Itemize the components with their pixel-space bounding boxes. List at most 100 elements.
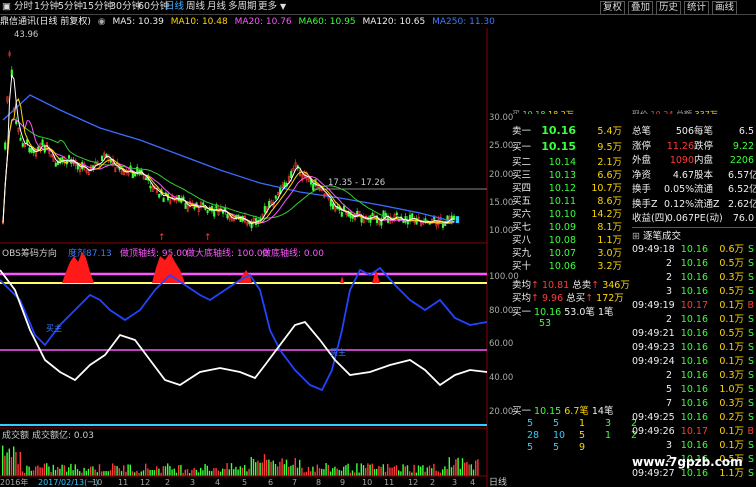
volume-bar bbox=[136, 470, 138, 476]
grid-val: 5 bbox=[527, 418, 534, 429]
volume-bar bbox=[235, 466, 237, 476]
volume-bar bbox=[404, 466, 406, 476]
orderbook-row: 买四 10.12 10.7万 bbox=[512, 180, 627, 194]
volume-bar bbox=[303, 472, 305, 476]
grid-val: 28 bbox=[527, 430, 540, 441]
volume-bar bbox=[433, 463, 435, 476]
stat-label: 每笔 bbox=[694, 126, 714, 137]
orderbook-row: 买七 10.09 8.1万 bbox=[512, 219, 627, 233]
volume-bar bbox=[46, 463, 48, 476]
volume-bar bbox=[246, 471, 248, 476]
volume-bar bbox=[96, 472, 98, 476]
volume-bar bbox=[85, 470, 87, 476]
candle bbox=[351, 215, 354, 219]
grid-cell: 5 bbox=[527, 418, 533, 429]
tick-row: 2 10.16 0.5万 S bbox=[632, 255, 756, 269]
volume-bar bbox=[424, 471, 426, 476]
row-price: 10.16 bbox=[541, 124, 576, 137]
tick-time: 2 bbox=[665, 258, 672, 269]
volume-bar bbox=[362, 465, 365, 476]
volume-bar bbox=[8, 448, 10, 476]
tick-vol: 0.5万 bbox=[719, 286, 744, 297]
date-tick: 7 bbox=[292, 478, 297, 487]
volume-bar bbox=[415, 472, 417, 476]
date-tick: 4 bbox=[470, 478, 475, 487]
volume-bar bbox=[123, 465, 125, 476]
volume-bar bbox=[21, 471, 24, 476]
volume-bar bbox=[215, 467, 217, 476]
tick-time: 7 bbox=[665, 398, 672, 409]
candle bbox=[158, 193, 161, 198]
tick-vol: 0.3万 bbox=[719, 370, 744, 381]
tick-price: 10.16 bbox=[680, 412, 708, 423]
volume-bar bbox=[263, 454, 266, 476]
volume-bar bbox=[63, 465, 65, 476]
grid-cell: 10 bbox=[553, 430, 565, 441]
tick-price: 10.16 bbox=[680, 244, 708, 255]
candle bbox=[149, 185, 152, 189]
buy-signal-label: 买主 bbox=[330, 347, 346, 357]
candle bbox=[206, 210, 209, 213]
volume-bar bbox=[369, 464, 371, 476]
volume-bar bbox=[439, 472, 442, 476]
grid-val: 1 bbox=[579, 418, 586, 429]
volume-bar bbox=[292, 464, 294, 476]
trade-extra-val: 53 bbox=[539, 318, 552, 329]
row-label: 买一 bbox=[512, 307, 535, 318]
volume-bar bbox=[279, 461, 281, 476]
candle bbox=[162, 197, 165, 202]
stat-val: 0.05% bbox=[664, 184, 695, 195]
grid-val: 3 bbox=[605, 418, 612, 429]
volume-bars bbox=[2, 445, 479, 476]
volume-bar bbox=[65, 471, 68, 476]
volume-bar bbox=[268, 459, 270, 476]
row-price: 10.15 bbox=[534, 406, 565, 417]
row-label: 卖一 bbox=[512, 126, 532, 137]
volume-bar bbox=[411, 472, 413, 476]
volume-bar bbox=[420, 466, 422, 476]
volume-bar bbox=[92, 466, 94, 476]
watermark: www.7gpzb.com bbox=[632, 455, 743, 469]
grid-val: 5 bbox=[527, 442, 534, 453]
grid-val: 1 bbox=[605, 430, 612, 441]
date-axis: 2016年 2017/02/13(一)10 11 12 2 3 4 5 6 7 8 9 10 11 12 2 3… bbox=[0, 477, 475, 487]
date-tick: 10 bbox=[362, 478, 372, 487]
volume-bar bbox=[290, 465, 292, 476]
volume-bar bbox=[288, 466, 290, 476]
volume-bar bbox=[351, 470, 354, 476]
volume-bar bbox=[180, 464, 182, 476]
volume-bar bbox=[105, 470, 107, 476]
volume-bar bbox=[259, 462, 261, 476]
volume-bar bbox=[129, 464, 131, 476]
volume-bar bbox=[257, 460, 259, 476]
volume-value: 成交额亿: 0.03 bbox=[32, 429, 94, 441]
tick-flag: S bbox=[747, 440, 754, 451]
volume-bar bbox=[28, 466, 30, 476]
date-tick: 2 bbox=[430, 478, 435, 487]
volume-title: 成交额 bbox=[2, 429, 29, 441]
volume-bar bbox=[195, 469, 197, 476]
volume-bar bbox=[107, 471, 109, 476]
tick-flag: S bbox=[747, 454, 754, 465]
volume-bar bbox=[272, 460, 274, 476]
white-indicator-line bbox=[0, 269, 488, 387]
volume-bar bbox=[230, 463, 233, 476]
volume-bar bbox=[435, 470, 437, 476]
volume-bar bbox=[140, 471, 142, 476]
stat-val: 2.62亿 bbox=[728, 198, 756, 210]
stat-label: 股本 bbox=[694, 169, 714, 181]
volume-bar bbox=[358, 472, 360, 476]
row-label: 买十 bbox=[512, 261, 532, 272]
volume-bar bbox=[125, 471, 127, 476]
volume-bar bbox=[437, 471, 439, 476]
volume-bar bbox=[43, 463, 46, 476]
tick-vol: 1.0万 bbox=[719, 384, 744, 395]
candle bbox=[382, 210, 385, 218]
tick-vol: 0.3万 bbox=[719, 398, 744, 409]
tick-row: 3 10.16 0.5万 S bbox=[632, 283, 756, 297]
volume-bar bbox=[382, 464, 384, 476]
date-tick: 5 bbox=[242, 478, 247, 487]
volume-bar bbox=[48, 466, 50, 476]
tick-flag: S bbox=[747, 244, 754, 255]
volume-bar bbox=[343, 466, 345, 476]
